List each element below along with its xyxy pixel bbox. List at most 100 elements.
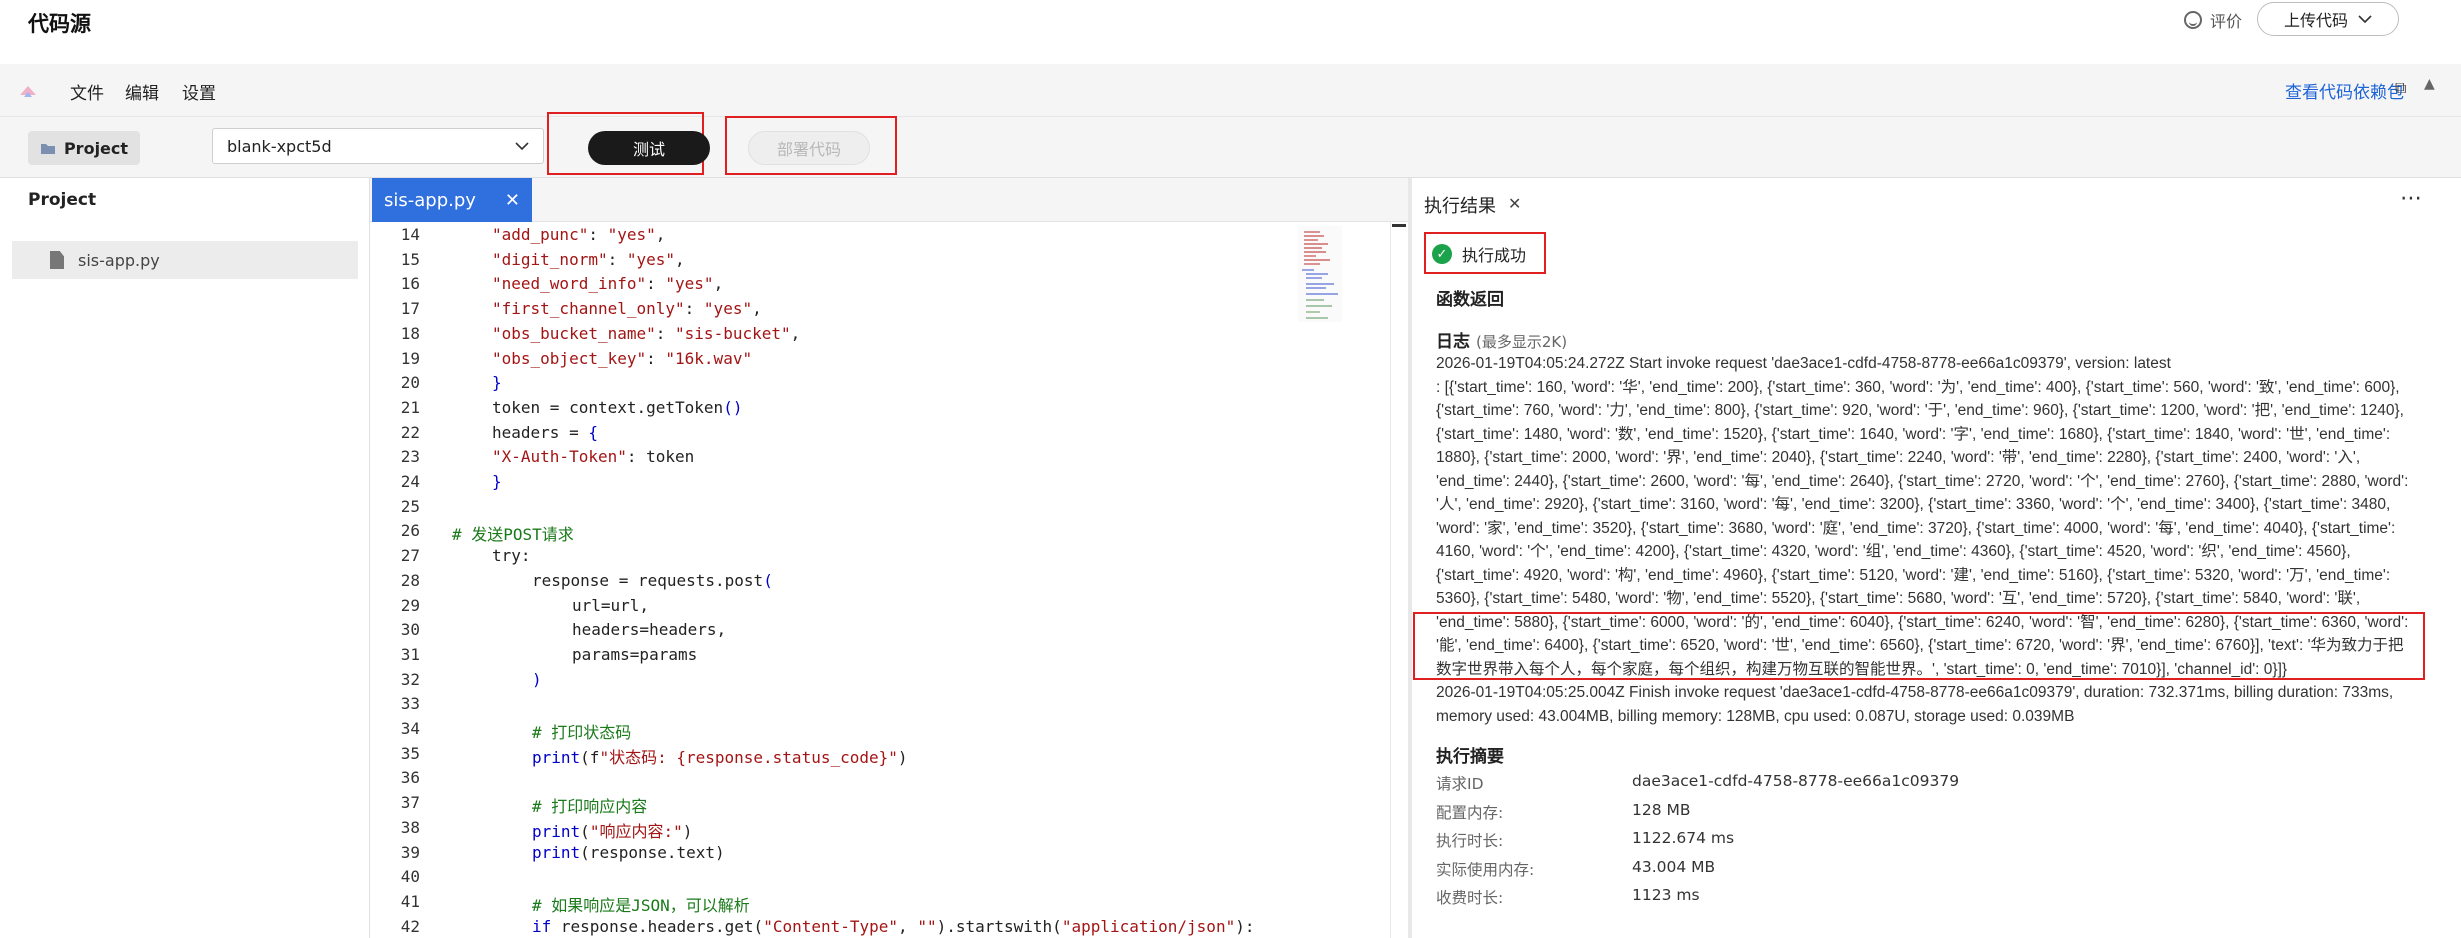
scrollbar-thumb[interactable] — [1392, 224, 1406, 227]
menu-item-edit[interactable]: 编辑 — [125, 79, 159, 104]
line-number: 39 — [400, 842, 420, 862]
code-token: : — [607, 249, 627, 269]
test-button[interactable]: 测试 — [588, 131, 710, 165]
smile-icon — [2184, 11, 2202, 29]
line-number: 30 — [400, 620, 420, 640]
file-icon — [50, 251, 64, 269]
file-item[interactable]: sis-app.py — [12, 241, 358, 279]
log-line: {'start_time': 1480, 'word': '数', 'end_t… — [1436, 425, 2391, 443]
log-line: {'start_time': 4920, 'word': '构', 'end_t… — [1436, 566, 2391, 584]
editor-scrollbar[interactable] — [1390, 222, 1408, 938]
code-line: "first_channel_only": "yes", — [492, 299, 762, 318]
open-external-icon[interactable]: ⧉ — [2395, 78, 2406, 98]
code-token: , — [898, 916, 918, 936]
function-select[interactable]: blank-xpct5d — [212, 128, 544, 164]
code-line: "obs_object_key": "16k.wav" — [492, 349, 752, 368]
code-line: ) — [532, 670, 542, 689]
code-token: # 打印状态码 — [532, 723, 632, 742]
log-hint: (最多显示2K) — [1476, 333, 1568, 351]
code-line: if response.headers.get("Content-Type", … — [532, 917, 1254, 936]
log-line: : [{'start_time': 160, 'word': '华', 'end… — [1436, 378, 2400, 396]
rate-button[interactable]: 评价 — [2184, 8, 2242, 32]
code-token: "yes" — [626, 249, 676, 269]
line-number: 28 — [400, 570, 420, 590]
log-line: 2026-01-19T04:05:25.004Z Finish invoke r… — [1436, 684, 2394, 701]
project-toggle-button[interactable]: Project — [28, 131, 140, 165]
deploy-code-button[interactable]: 部署代码 — [748, 131, 870, 165]
log-line: 2026-01-19T04:05:24.272Z Start invoke re… — [1436, 355, 2171, 372]
code-token: # 发送POST请求 — [452, 525, 574, 545]
tab-label: sis-app.py — [384, 189, 476, 211]
code-token: print — [532, 842, 581, 862]
highlight-box-log — [1413, 612, 2425, 680]
code-token: print — [532, 821, 581, 841]
code-token: response = requests.post — [532, 570, 764, 590]
line-number: 23 — [400, 447, 420, 467]
code-token: token = context.getToken — [492, 397, 724, 417]
code-line: "X-Auth-Token": token — [492, 447, 694, 466]
chevron-down-icon — [515, 142, 529, 151]
code-token: "first_channel_only" — [492, 299, 685, 319]
summary-value: dae3ace1-cdfd-4758-8778-ee66a1c09379 — [1632, 772, 1960, 790]
code-token: # 打印响应内容 — [532, 797, 648, 817]
line-number: 37 — [400, 793, 420, 813]
line-number: 18 — [400, 323, 420, 343]
code-token: "application/json" — [1061, 916, 1236, 936]
code-token: : — [588, 225, 608, 244]
code-token: : — [655, 323, 676, 343]
code-token: "yes" — [703, 299, 753, 319]
code-token: "X-Auth-Token" — [492, 447, 627, 467]
menu-bar — [0, 64, 2461, 116]
code-token: try: — [492, 546, 531, 566]
function-select-value: blank-xpct5d — [227, 136, 332, 156]
code-token: : — [684, 299, 704, 319]
tab-sis-app-py[interactable]: sis-app.py ✕ — [372, 178, 532, 222]
summary-value: 128 MB — [1632, 800, 1691, 819]
code-line: url=url, — [572, 596, 649, 615]
code-token: "16k.wav" — [665, 348, 753, 368]
code-token: ) — [897, 747, 908, 767]
close-icon[interactable]: ✕ — [505, 190, 520, 211]
code-token: , — [713, 274, 724, 294]
code-line: print(f"状态码: {response.status_code}") — [532, 744, 908, 768]
more-options-icon[interactable]: ⋯ — [2400, 186, 2423, 211]
code-token: (f — [580, 747, 600, 767]
status-text: 执行成功 — [1462, 246, 1527, 265]
code-line: "obs_bucket_name": "sis-bucket", — [492, 324, 800, 343]
summary-key: 收费时长: — [1436, 889, 1504, 907]
code-token: headers = — [492, 422, 589, 442]
code-token: "响应内容:" — [589, 821, 683, 841]
summary-key: 实际使用内存: — [1436, 860, 1535, 879]
code-token: ) — [682, 821, 693, 841]
menu-item-file[interactable]: 文件 — [70, 79, 104, 104]
view-dependencies-link[interactable]: 查看代码依赖包 — [2285, 78, 2404, 103]
code-token: "状态码: {response.status_code}" — [599, 747, 898, 767]
code-token: "add_punc" — [492, 225, 589, 244]
scroll-up-icon[interactable]: ▲ — [2424, 76, 2435, 92]
line-number: 20 — [400, 373, 420, 393]
close-icon[interactable]: ✕ — [1508, 194, 1521, 213]
line-number: 15 — [400, 249, 420, 269]
code-token: print — [532, 747, 581, 767]
code-token: } — [492, 373, 502, 393]
function-return-title: 函数返回 — [1436, 290, 1504, 310]
line-number: 41 — [400, 891, 420, 911]
code-line: headers=headers, — [572, 620, 726, 639]
code-token: ): — [1235, 916, 1255, 936]
line-number: 33 — [400, 694, 420, 714]
log-section-title: 日志 (最多显示2K) — [1436, 327, 1567, 352]
code-token: "" — [917, 916, 937, 936]
line-number: 40 — [400, 867, 420, 887]
page-title: 代码源 — [28, 12, 91, 36]
log-title: 日志 — [1436, 332, 1470, 352]
code-token: , — [752, 299, 762, 319]
code-line: # 打印状态码 — [532, 719, 631, 743]
log-line: 5360}, {'start_time': 5480, 'word': '物',… — [1436, 590, 2361, 607]
upload-code-dropdown[interactable]: 上传代码 — [2257, 2, 2399, 36]
code-token: ( — [763, 570, 773, 590]
menu-item-settings[interactable]: 设置 — [182, 79, 216, 104]
code-line: # 发送POST请求 — [452, 521, 574, 545]
tab-execution-result[interactable]: 执行结果 — [1424, 192, 1496, 218]
summary-title: 执行摘要 — [1436, 747, 1504, 767]
code-minimap[interactable] — [1298, 226, 1342, 322]
